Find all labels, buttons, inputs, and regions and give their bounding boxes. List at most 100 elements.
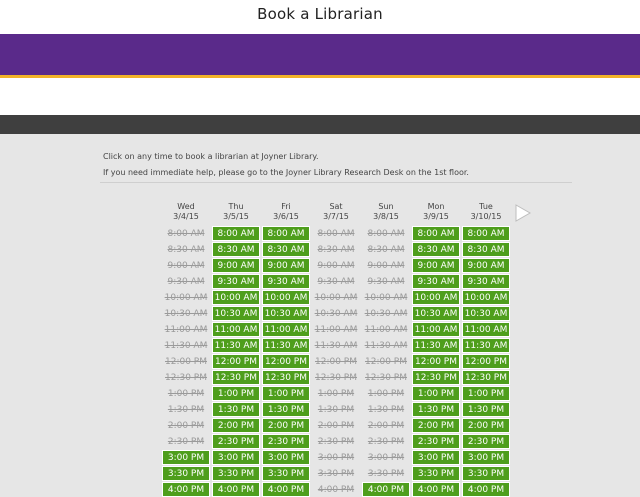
time-slot-button[interactable]: 8:30 AM: [462, 242, 510, 257]
time-slot-button[interactable]: 3:30 PM: [412, 466, 460, 481]
time-slot-unavailable: 8:00 AM: [167, 228, 205, 239]
time-slot-button[interactable]: 3:30 PM: [212, 466, 260, 481]
time-slot-button[interactable]: 9:00 AM: [212, 258, 260, 273]
day-date: 3/7/15: [323, 212, 349, 221]
time-slot-button[interactable]: 3:30 PM: [462, 466, 510, 481]
time-slot-button[interactable]: 9:30 AM: [412, 274, 460, 289]
time-slot-button[interactable]: 2:30 PM: [212, 434, 260, 449]
time-slot-button[interactable]: 11:30 AM: [262, 338, 310, 353]
time-slot-button[interactable]: 4:00 PM: [412, 482, 460, 497]
time-slot-unavailable: 2:00 PM: [167, 420, 205, 431]
time-slot-button[interactable]: 1:30 PM: [212, 402, 260, 417]
time-slot-button[interactable]: 12:30 PM: [262, 370, 310, 385]
time-slot-button[interactable]: 9:30 AM: [262, 274, 310, 289]
time-slot-button[interactable]: 1:30 PM: [262, 402, 310, 417]
time-slot-button[interactable]: 4:00 PM: [212, 482, 260, 497]
time-slot-button[interactable]: 2:00 PM: [462, 418, 510, 433]
time-slot-button[interactable]: 2:30 PM: [412, 434, 460, 449]
time-slot-button[interactable]: 2:30 PM: [462, 434, 510, 449]
time-slot-unavailable: 12:00 PM: [365, 356, 407, 367]
time-slot-unavailable: 10:30 AM: [364, 308, 408, 319]
time-slot-button[interactable]: 11:30 AM: [412, 338, 460, 353]
time-slot-button[interactable]: 8:00 AM: [212, 226, 260, 241]
time-slot-button[interactable]: 8:30 AM: [212, 242, 260, 257]
time-slot-button[interactable]: 11:30 AM: [212, 338, 260, 353]
time-slot-button[interactable]: 9:00 AM: [262, 258, 310, 273]
time-slot-unavailable: 12:30 PM: [165, 372, 207, 383]
next-arrow-icon[interactable]: [514, 204, 532, 222]
time-slot-button[interactable]: 10:30 AM: [212, 306, 260, 321]
time-slot-button[interactable]: 11:00 AM: [212, 322, 260, 337]
time-slot-button[interactable]: 10:00 AM: [262, 290, 310, 305]
time-slot-button[interactable]: 9:00 AM: [412, 258, 460, 273]
day-column-tue: Tue 3/10/15 8:00 AM 8:30 AM 9:00 AM 9:30 AM 10…: [462, 202, 510, 497]
time-slot-button[interactable]: 8:00 AM: [412, 226, 460, 241]
time-slot-button[interactable]: 12:30 PM: [212, 370, 260, 385]
time-slot-unavailable: 11:30 AM: [364, 340, 408, 351]
time-slot-button[interactable]: 3:00 PM: [162, 450, 210, 465]
time-slot-button[interactable]: 10:30 AM: [412, 306, 460, 321]
time-slot-button[interactable]: 11:30 AM: [462, 338, 510, 353]
time-slot-unavailable: 2:30 PM: [367, 436, 405, 447]
time-slot-button[interactable]: 3:30 PM: [262, 466, 310, 481]
time-slot-button[interactable]: 3:00 PM: [462, 450, 510, 465]
time-slot-button[interactable]: 10:00 AM: [212, 290, 260, 305]
time-slot-button[interactable]: 3:30 PM: [162, 466, 210, 481]
time-slot-unavailable: 9:30 AM: [367, 276, 405, 287]
time-slot-button[interactable]: 11:00 AM: [262, 322, 310, 337]
instructions-line-2: If you need immediate help, please go to…: [103, 168, 469, 177]
time-slot-button[interactable]: 8:00 AM: [462, 226, 510, 241]
time-slot-button[interactable]: 9:30 AM: [462, 274, 510, 289]
time-slot-button[interactable]: 1:30 PM: [412, 402, 460, 417]
time-slot-button[interactable]: 12:00 PM: [212, 354, 260, 369]
time-slot-button[interactable]: 1:00 PM: [462, 386, 510, 401]
time-slot-button[interactable]: 11:00 AM: [412, 322, 460, 337]
time-slot-button[interactable]: 1:00 PM: [212, 386, 260, 401]
time-slot-unavailable: 12:00 PM: [315, 356, 357, 367]
day-date: 3/5/15: [223, 212, 249, 221]
nav-spacer: [0, 78, 640, 115]
time-slot-button[interactable]: 4:00 PM: [162, 482, 210, 497]
time-slot-button[interactable]: 8:00 AM: [262, 226, 310, 241]
time-slot-button[interactable]: 10:30 AM: [462, 306, 510, 321]
time-slot-button[interactable]: 1:00 PM: [412, 386, 460, 401]
time-slot-button[interactable]: 3:00 PM: [212, 450, 260, 465]
time-slot-button[interactable]: 2:30 PM: [262, 434, 310, 449]
time-slot-button[interactable]: 9:00 AM: [462, 258, 510, 273]
time-slot-button[interactable]: 10:00 AM: [462, 290, 510, 305]
time-slot-unavailable: 8:30 AM: [317, 244, 355, 255]
day-name: Mon: [427, 202, 445, 211]
time-slot-button[interactable]: 2:00 PM: [262, 418, 310, 433]
time-slot-button[interactable]: 9:30 AM: [212, 274, 260, 289]
time-slot-button[interactable]: 10:30 AM: [262, 306, 310, 321]
time-slot-button[interactable]: 1:00 PM: [262, 386, 310, 401]
time-slot-button[interactable]: 10:00 AM: [412, 290, 460, 305]
time-slot-button[interactable]: 1:30 PM: [462, 402, 510, 417]
time-slot-button[interactable]: 12:00 PM: [412, 354, 460, 369]
time-slot-button[interactable]: 4:00 PM: [462, 482, 510, 497]
instructions: Click on any time to book a librarian at…: [103, 149, 469, 181]
time-slot-button[interactable]: 4:00 PM: [262, 482, 310, 497]
day-date: 3/8/15: [373, 212, 399, 221]
time-slot-list: 8:00 AM 8:30 AM 9:00 AM 9:30 AM 10:00 AM 10:3…: [462, 226, 510, 497]
day-column-fri: Fri 3/6/15 8:00 AM 8:30 AM 9:00 AM 9:30 AM 10:…: [262, 202, 310, 497]
time-slot-unavailable: 3:30 PM: [367, 468, 405, 479]
page-header: Book a Librarian: [0, 0, 640, 34]
time-slot-button[interactable]: 11:00 AM: [462, 322, 510, 337]
time-slot-unavailable: 10:00 AM: [164, 292, 208, 303]
time-slot-unavailable: 10:30 AM: [314, 308, 358, 319]
time-slot-button[interactable]: 12:30 PM: [412, 370, 460, 385]
time-slot-button[interactable]: 12:00 PM: [262, 354, 310, 369]
time-slot-button[interactable]: 4:00 PM: [362, 482, 410, 497]
time-slot-button[interactable]: 2:00 PM: [212, 418, 260, 433]
time-slot-unavailable: 9:30 AM: [317, 276, 355, 287]
time-slot-button[interactable]: 12:30 PM: [462, 370, 510, 385]
time-slot-button[interactable]: 12:00 PM: [462, 354, 510, 369]
time-slot-unavailable: 12:00 PM: [165, 356, 207, 367]
time-slot-button[interactable]: 3:00 PM: [262, 450, 310, 465]
time-slot-button[interactable]: 8:30 AM: [262, 242, 310, 257]
time-slot-unavailable: 3:00 PM: [317, 452, 355, 463]
time-slot-button[interactable]: 8:30 AM: [412, 242, 460, 257]
time-slot-button[interactable]: 2:00 PM: [412, 418, 460, 433]
time-slot-button[interactable]: 3:00 PM: [412, 450, 460, 465]
